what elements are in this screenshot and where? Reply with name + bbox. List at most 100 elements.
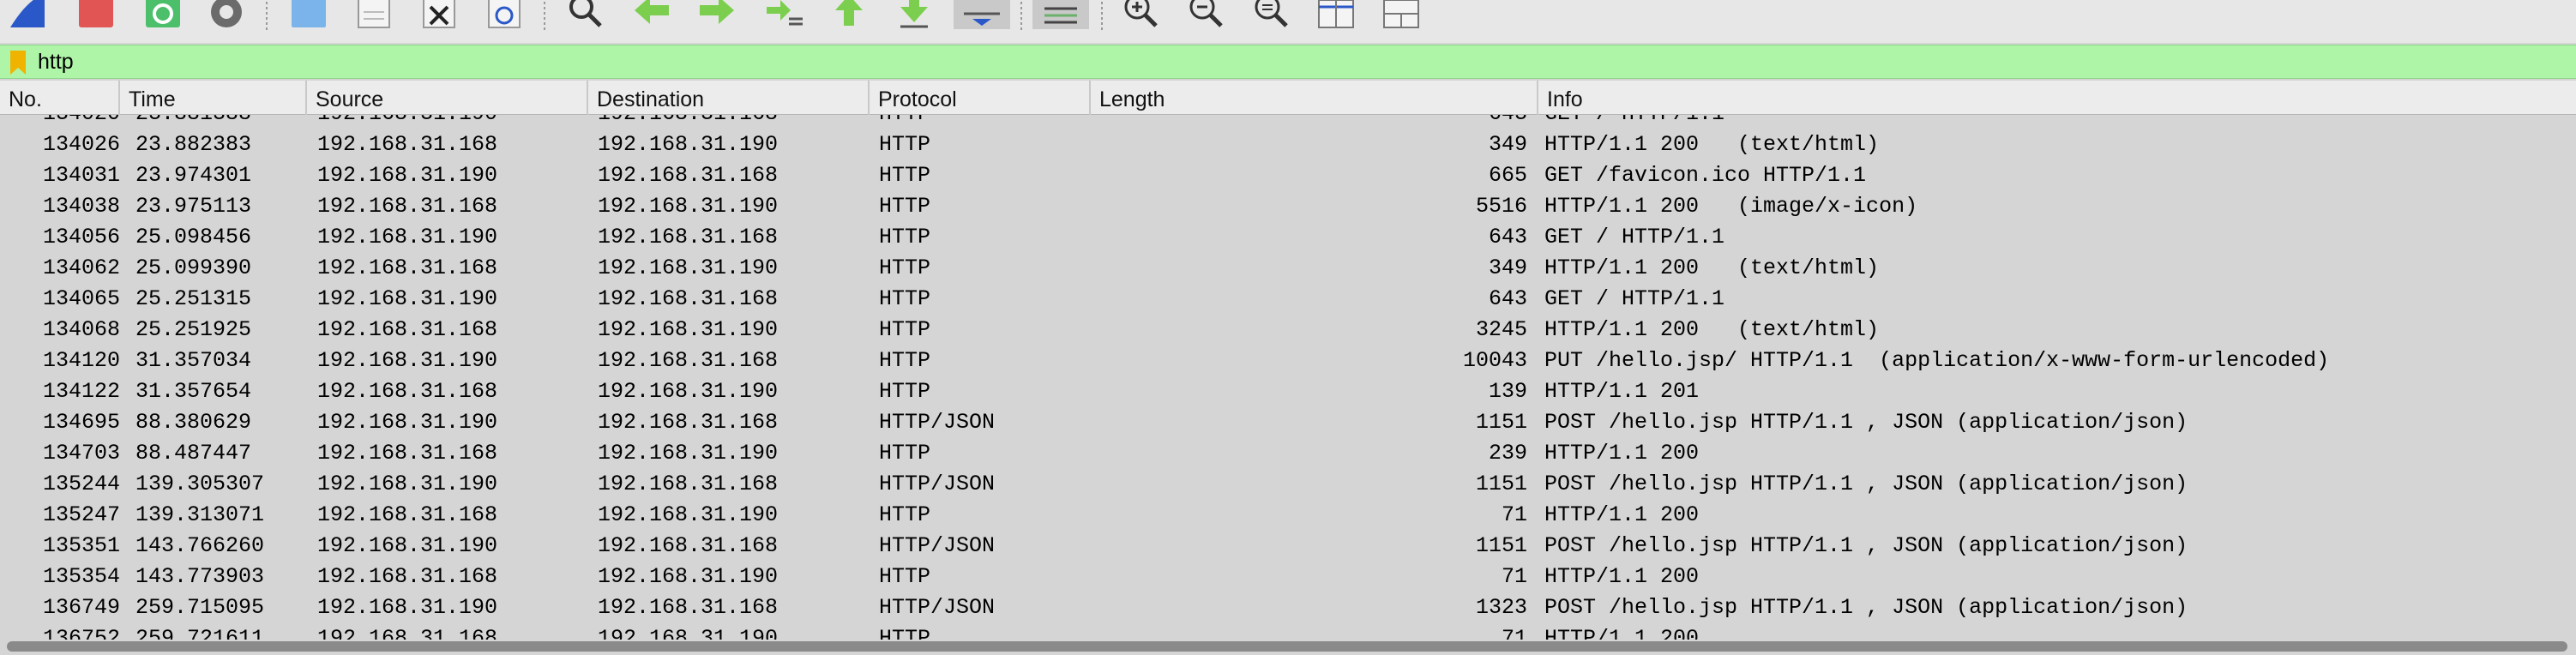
packet-protocol: HTTP/JSON — [879, 533, 996, 558]
packet-source: 192.168.31.190 — [317, 115, 497, 129]
open-file-icon[interactable] — [288, 0, 329, 29]
packet-info: HTTP/1.1 200 (text/html) — [1544, 317, 1880, 342]
packet-number: 134703 — [42, 441, 120, 466]
go-to-packet-icon[interactable] — [763, 0, 804, 29]
autoscroll-icon[interactable] — [954, 0, 1010, 29]
packet-number: 134026 — [42, 132, 120, 157]
packet-row[interactable]: 134695 88.380629 192.168.31.190 192.168.31.… — [0, 407, 2576, 438]
go-forward-icon[interactable] — [696, 0, 737, 29]
packet-info: GET /favicon.ico HTTP/1.1 — [1544, 163, 1867, 188]
packet-info: POST /hello.jsp HTTP/1.1 , JSON (applica… — [1544, 595, 2188, 620]
resize-columns-icon[interactable] — [1315, 0, 1357, 29]
packet-source: 192.168.31.168 — [317, 132, 498, 157]
packet-protocol: HTTP — [879, 286, 931, 311]
column-header-info[interactable]: Info — [1538, 81, 2576, 115]
close-file-icon[interactable] — [418, 0, 460, 29]
packet-source: 192.168.31.168 — [317, 317, 498, 342]
column-header-source[interactable]: Source — [307, 81, 588, 115]
packet-number: 134065 — [42, 286, 120, 311]
colorize-icon[interactable] — [1032, 0, 1089, 29]
packet-row[interactable]: 134026 23.882383 192.168.31.168 192.168.31.… — [0, 129, 2576, 160]
packet-source: 192.168.31.190 — [317, 595, 498, 620]
column-header-length[interactable]: Length — [1091, 81, 1538, 115]
packet-protocol: HTTP — [879, 441, 931, 466]
go-last-icon[interactable] — [894, 0, 935, 29]
packet-source: 192.168.31.168 — [317, 379, 498, 404]
packet-row[interactable]: 134122 31.357654 192.168.31.168 192.168.31.… — [0, 376, 2576, 407]
packet-destination: 192.168.31.168 — [598, 348, 779, 373]
packet-time: 23.975113 — [135, 194, 252, 219]
packet-row[interactable]: 134703 88.487447 192.168.31.168 192.168.31.… — [0, 438, 2576, 469]
packet-time: 139.313071 — [135, 502, 265, 527]
packet-time: 25.251925 — [135, 317, 252, 342]
packet-time: 88.380629 — [135, 410, 252, 435]
display-filter-input[interactable] — [38, 47, 2525, 76]
layout-icon[interactable] — [1381, 0, 1422, 29]
packet-destination: 192.168.31.168 — [598, 115, 778, 129]
column-header-protocol[interactable]: Protocol — [870, 81, 1091, 115]
packet-row[interactable]: 134068 25.251925 192.168.31.168 192.168.31.… — [0, 315, 2576, 346]
packet-row[interactable]: 135351 143.766260 192.168.31.190 192.168.31… — [0, 531, 2576, 562]
packet-number: 136749 — [42, 595, 120, 620]
zoom-in-icon[interactable] — [1120, 0, 1161, 29]
main-toolbar — [0, 0, 2576, 43]
packet-protocol: HTTP/JSON — [879, 410, 996, 435]
packet-source: 192.168.31.190 — [317, 286, 498, 311]
packet-info: POST /hello.jsp HTTP/1.1 , JSON (applica… — [1544, 410, 2188, 435]
packet-row[interactable]: 135244 139.305307 192.168.31.190 192.168.31… — [0, 469, 2576, 500]
packet-info: HTTP/1.1 201 — [1544, 379, 1700, 404]
reload-icon[interactable] — [484, 0, 525, 29]
packet-time: 23.882383 — [135, 132, 252, 157]
packet-row[interactable]: 136752 259.721611 192.168.31.168 192.168.31… — [0, 623, 2576, 640]
stop-capture-icon[interactable] — [75, 0, 117, 29]
packet-destination: 192.168.31.168 — [598, 472, 779, 496]
packet-time: 31.357034 — [135, 348, 252, 373]
packet-protocol: HTTP — [879, 379, 931, 404]
packet-time: 143.766260 — [135, 533, 265, 558]
packet-row[interactable]: 136749 259.715095 192.168.31.190 192.168.31… — [0, 592, 2576, 623]
packet-row[interactable]: 134065 25.251315 192.168.31.190 192.168.31.… — [0, 284, 2576, 315]
save-file-icon[interactable] — [353, 0, 394, 29]
shark-fin-icon[interactable] — [7, 0, 48, 29]
packet-number: 134020 — [0, 115, 120, 129]
packet-row[interactable]: 134120 31.357034 192.168.31.190 192.168.31.… — [0, 346, 2576, 376]
restart-capture-icon[interactable] — [142, 0, 184, 29]
packet-source: 192.168.31.168 — [317, 626, 498, 640]
normal-size-icon[interactable] — [1250, 0, 1291, 29]
packet-protocol: HTTP — [879, 132, 931, 157]
packet-info: PUT /hello.jsp/ HTTP/1.1 (application/x-… — [1544, 348, 2330, 373]
column-header-time[interactable]: Time — [120, 81, 307, 115]
packet-row[interactable]: 134062 25.099390 192.168.31.168 192.168.31.… — [0, 253, 2576, 284]
packet-length: 1151 — [1475, 410, 1527, 435]
packet-length: 71 — [1501, 502, 1527, 527]
horizontal-scrollbar[interactable] — [7, 641, 2567, 652]
packet-number: 135247 — [42, 502, 120, 527]
packet-destination: 192.168.31.168 — [598, 286, 779, 311]
bookmark-icon[interactable] — [9, 51, 27, 75]
packet-row[interactable]: 134020 23.881388 192.168.31.190 192.168.31.… — [0, 115, 2576, 129]
column-header-destination[interactable]: Destination — [588, 81, 870, 115]
find-packet-icon[interactable] — [564, 0, 605, 29]
packet-info: HTTP/1.1 200 — [1544, 441, 1700, 466]
packet-number: 136752 — [42, 626, 120, 640]
packet-list[interactable]: 134020 23.881388 192.168.31.190 192.168.31.… — [0, 115, 2576, 640]
packet-row[interactable]: 135354 143.773903 192.168.31.168 192.168.31… — [0, 562, 2576, 592]
zoom-out-icon[interactable] — [1185, 0, 1226, 29]
packet-destination: 192.168.31.190 — [598, 564, 779, 589]
packet-row[interactable]: 134038 23.975113 192.168.31.168 192.168.31.… — [0, 191, 2576, 222]
column-header-no[interactable]: No. — [0, 81, 120, 115]
go-back-icon[interactable] — [631, 0, 672, 29]
packet-time: 143.773903 — [135, 564, 265, 589]
packet-length: 349 — [1488, 132, 1527, 157]
packet-row[interactable]: 135247 139.313071 192.168.31.168 192.168.31… — [0, 500, 2576, 531]
capture-options-icon[interactable] — [206, 0, 247, 29]
go-first-icon[interactable] — [828, 0, 870, 29]
packet-protocol: HTTP — [879, 115, 930, 129]
packet-protocol: HTTP — [879, 163, 931, 188]
packet-row[interactable]: 134056 25.098456 192.168.31.190 192.168.31.… — [0, 222, 2576, 253]
packet-info: HTTP/1.1 200 — [1544, 564, 1700, 589]
packet-row[interactable]: 134031 23.974301 192.168.31.190 192.168.31.… — [0, 160, 2576, 191]
packet-length: 1151 — [1475, 533, 1527, 558]
packet-protocol: HTTP — [879, 502, 931, 527]
packet-destination: 192.168.31.168 — [598, 410, 779, 435]
